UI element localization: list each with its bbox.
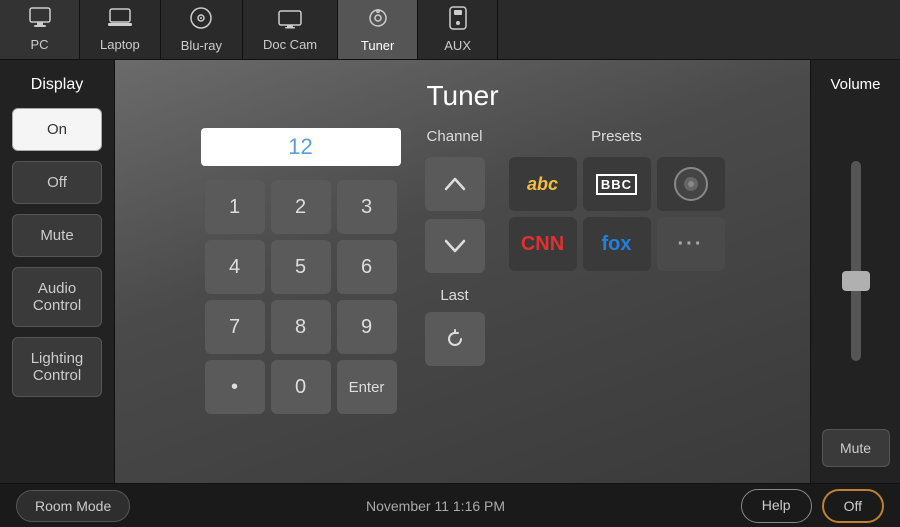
num-1-button[interactable]: 1 [205,180,265,234]
nav-tuner[interactable]: Tuner [338,0,418,59]
bluray-icon [189,6,213,34]
panel-title: Tuner [426,80,498,112]
center-panel: Tuner 12 1 2 3 4 5 6 7 8 9 • 0 Enter [115,60,810,483]
bbc-logo: BBC [596,174,637,195]
volume-track[interactable] [851,161,861,361]
preset-fox-button[interactable]: fox [583,217,651,271]
num-0-button[interactable]: 0 [271,360,331,414]
left-sidebar: Display On Off Mute Audio Control Lighti… [0,60,115,483]
datetime-display: November 11 1:16 PM [366,498,505,514]
room-mode-button[interactable]: Room Mode [16,490,130,522]
numpad-area: 12 1 2 3 4 5 6 7 8 9 • 0 Enter [201,128,401,414]
numpad: 1 2 3 4 5 6 7 8 9 • 0 Enter [205,180,397,414]
nav-pc-label: PC [30,37,48,52]
preset-cnn-button[interactable]: CNN [509,217,577,271]
num-3-button[interactable]: 3 [337,180,397,234]
display-on-button[interactable]: On [12,108,102,151]
nav-aux[interactable]: AUX [418,0,498,59]
volume-thumb[interactable] [842,271,870,291]
help-button[interactable]: Help [741,489,812,523]
nav-doccam[interactable]: Doc Cam [243,0,338,59]
bottom-bar: Room Mode November 11 1:16 PM Help Off [0,483,900,527]
volume-slider-container [851,105,861,417]
display-mute-button[interactable]: Mute [12,214,102,257]
num-9-button[interactable]: 9 [337,300,397,354]
volume-title: Volume [830,76,880,93]
presets-area: Presets abc BBC [509,128,725,271]
nav-bluray-label: Blu-ray [181,38,222,53]
audio-control-button[interactable]: Audio Control [12,267,102,327]
nav-tuner-label: Tuner [361,38,394,53]
num-5-button[interactable]: 5 [271,240,331,294]
last-label: Last [440,287,468,304]
tuner-content: 12 1 2 3 4 5 6 7 8 9 • 0 Enter C [135,128,790,414]
abc-logo: abc [527,174,558,195]
num-dot-button[interactable]: • [205,360,265,414]
channel-down-button[interactable] [425,219,485,273]
nav-aux-label: AUX [444,38,471,53]
top-nav: PC Laptop Blu-ray Doc Cam Tuner AUX [0,0,900,60]
num-7-button[interactable]: 7 [205,300,265,354]
display-off-button[interactable]: Off [12,161,102,204]
lighting-control-button[interactable]: Lighting Control [12,337,102,397]
nav-laptop-label: Laptop [100,37,140,52]
pc-icon [28,7,52,33]
off-button[interactable]: Off [822,489,884,523]
num-4-button[interactable]: 4 [205,240,265,294]
channel-up-button[interactable] [425,157,485,211]
num-enter-button[interactable]: Enter [337,360,397,414]
aux-icon [447,6,469,34]
more-label: ··· [678,233,704,256]
presets-label: Presets [591,128,642,145]
cbs-logo [672,165,710,203]
laptop-icon [107,7,133,33]
preset-abc-button[interactable]: abc [509,157,577,211]
preset-cbs-button[interactable] [657,157,725,211]
nav-bluray[interactable]: Blu-ray [161,0,243,59]
num-2-button[interactable]: 2 [271,180,331,234]
channel-display[interactable]: 12 [201,128,401,166]
tuner-icon [366,6,390,34]
bottom-right-actions: Help Off [741,489,884,523]
presets-grid: abc BBC [509,157,725,271]
nav-doccam-label: Doc Cam [263,37,317,52]
nav-laptop[interactable]: Laptop [80,0,161,59]
channel-controls: Channel Last [425,128,485,366]
main-layout: Display On Off Mute Audio Control Lighti… [0,60,900,483]
last-channel-button[interactable] [425,312,485,366]
nav-pc[interactable]: PC [0,0,80,59]
cnn-logo: CNN [521,233,564,256]
display-title: Display [31,76,83,94]
channel-label: Channel [427,128,483,145]
fox-logo: fox [602,233,632,256]
volume-mute-button[interactable]: Mute [822,429,890,467]
doccam-icon [277,7,303,33]
num-6-button[interactable]: 6 [337,240,397,294]
right-sidebar: Volume Mute [810,60,900,483]
num-8-button[interactable]: 8 [271,300,331,354]
preset-more-button[interactable]: ··· [657,217,725,271]
preset-bbc-button[interactable]: BBC [583,157,651,211]
